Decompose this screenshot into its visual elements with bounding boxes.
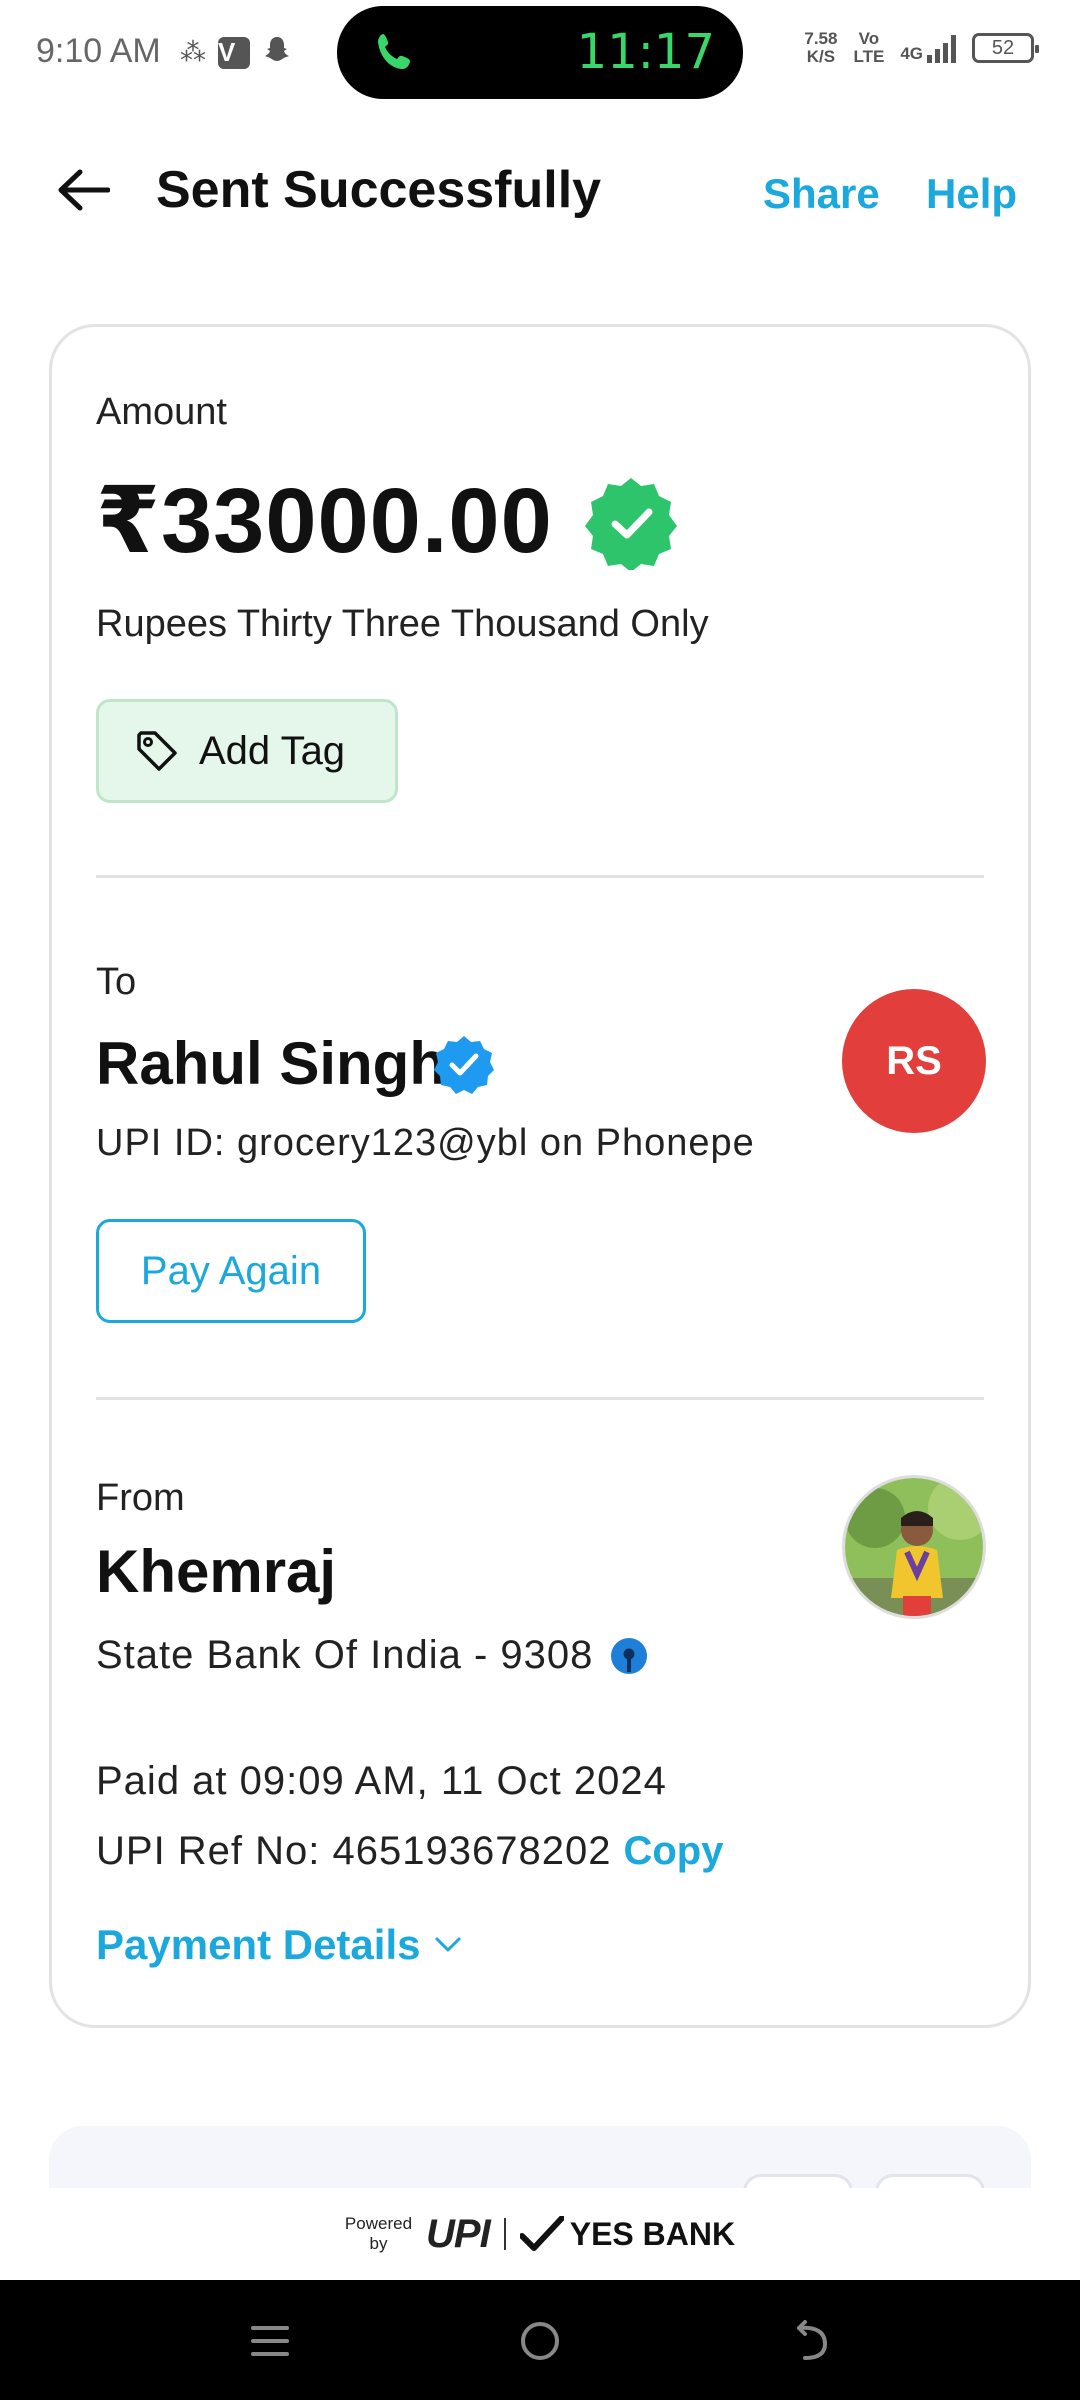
status-notification-icons: ⁂ V (180, 34, 292, 71)
yes-bank-logo: YES BANK (519, 2216, 735, 2253)
copy-ref-button[interactable]: Copy (623, 1829, 723, 1873)
sender-bank-text: State Bank Of India - 9308 (96, 1633, 594, 1677)
network-share-icon: ⁂ (180, 37, 206, 67)
upi-logo: UPI (426, 2211, 491, 2256)
upi-ref-row: UPI Ref No: 465193678202 Copy (96, 1829, 723, 1874)
divider (96, 875, 984, 878)
verified-badge-icon (434, 1036, 494, 1094)
signal-indicator: 4G (900, 33, 956, 63)
battery-level: 52 (991, 36, 1015, 59)
recipient-name: Rahul Singh (96, 1030, 446, 1097)
pay-again-button[interactable]: Pay Again (96, 1219, 366, 1323)
to-label: To (96, 961, 137, 1003)
home-icon[interactable] (515, 2316, 565, 2366)
from-label: From (96, 1477, 185, 1519)
amount-value: ₹33000.00 (96, 470, 553, 572)
sender-avatar (842, 1475, 986, 1619)
signal-bars-icon (927, 33, 956, 63)
tag-icon (137, 731, 177, 771)
payment-details-toggle[interactable]: Payment Details (96, 1921, 462, 1969)
chevron-down-icon (435, 1937, 461, 1952)
battery-icon: 52 (972, 33, 1039, 63)
yes-bank-check-icon (519, 2216, 564, 2251)
sender-bank: State Bank Of India - 9308 (96, 1633, 649, 1678)
upi-ref-number: UPI Ref No: 465193678202 (96, 1829, 612, 1873)
back-arrow-icon[interactable] (56, 168, 110, 212)
recipient-avatar: RS (842, 989, 986, 1133)
sbi-logo-icon (611, 1637, 648, 1674)
net-speed: 7.58 K/S (804, 29, 838, 66)
add-tag-label: Add Tag (199, 728, 346, 773)
payment-timestamp: Paid at 09:09 AM, 11 Oct 2024 (96, 1759, 667, 1803)
amount-in-words: Rupees Thirty Three Thousand Only (96, 603, 709, 645)
call-timer: 11:17 (576, 24, 715, 80)
sender-name: Khemraj (96, 1538, 337, 1605)
page-title: Sent Successfully (156, 161, 602, 219)
status-bar: 9:10 AM ⁂ V 11:17 7.58 K/S Vo LTE 4G 52 (0, 0, 1080, 110)
amount-label: Amount (96, 391, 227, 433)
powered-by-footer: Powered by UPI YES BANK (0, 2188, 1080, 2280)
share-button[interactable]: Share (763, 170, 880, 218)
footer-separator (503, 2218, 506, 2250)
payment-details-label: Payment Details (96, 1921, 421, 1968)
volte-indicator: Vo LTE (853, 29, 885, 66)
add-tag-button[interactable]: Add Tag (96, 699, 398, 803)
transaction-card: Amount ₹33000.00 Rupees Thirty Three Tho… (49, 324, 1031, 2028)
success-check-badge-icon (585, 478, 677, 570)
back-icon[interactable] (785, 2316, 835, 2366)
ongoing-call-pill[interactable]: 11:17 (337, 6, 743, 99)
powered-by-text: Powered by (344, 2214, 413, 2253)
phone-icon (378, 34, 410, 69)
network-type: 4G (900, 44, 923, 63)
menu-icon[interactable] (245, 2316, 295, 2366)
divider (96, 1397, 984, 1400)
status-time: 9:10 AM (36, 32, 161, 70)
help-button[interactable]: Help (926, 170, 1017, 218)
recipient-upi-id: UPI ID: grocery123@ybl on Phonepe (96, 1122, 755, 1164)
top-app-bar: Sent Successfully Share Help (0, 130, 1080, 250)
snapchat-icon (262, 34, 292, 71)
vi-app-icon: V (218, 36, 250, 69)
system-navigation-bar (0, 2280, 1080, 2400)
status-system-icons: 7.58 K/S Vo LTE 4G 52 (804, 29, 1039, 66)
